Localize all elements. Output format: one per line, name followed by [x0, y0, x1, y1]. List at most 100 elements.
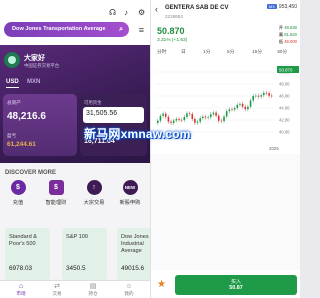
index-value: 49015.6 [121, 265, 145, 272]
available-funds-box: 31,505.56 [83, 107, 144, 123]
stock-name: GENTERA SAB DE CV [165, 5, 229, 11]
quick-action-label: 新股申购 [119, 200, 141, 206]
timeframe-tabs: 分时 日 1分 5分 15分 30分 [151, 48, 300, 58]
search-bar[interactable]: Dow Jones Transportation Average ⌕ [4, 22, 129, 37]
nav-positions[interactable]: ▤ 持仓 [78, 283, 108, 297]
tab-intraday[interactable]: 分时 [157, 48, 167, 55]
pnl-value: 61,244.61 [7, 141, 36, 148]
candle [239, 103, 241, 105]
bottom-nav: ⌂ 市场 ⇄ 交易 ▤ 持仓 ☺ 我的 [0, 280, 150, 298]
index-card-sp500[interactable]: Standard & Poor's 500 6978.03 [5, 228, 50, 280]
tab-daily[interactable]: 日 [181, 48, 186, 55]
candle [186, 113, 188, 117]
available-funds-value: 31,505.56 [86, 110, 118, 117]
candle [236, 104, 239, 109]
high-price: 高 51.620 [278, 32, 297, 37]
candle [263, 92, 265, 96]
candle [231, 109, 233, 111]
stock-change: 3.31% (+1.63) [157, 38, 188, 43]
quick-action-wealth[interactable]: $ 智能理财 [41, 180, 71, 206]
back-arrow-icon[interactable]: ‹ [155, 4, 158, 14]
candle [247, 106, 249, 110]
deposit-icon: $ [10, 180, 26, 195]
tab-15min[interactable]: 15分 [252, 48, 262, 55]
candle [225, 111, 228, 117]
search-text: Dow Jones Transportation Average [12, 26, 106, 32]
home-header: ☊ ♪ ⚙ Dow Jones Transportation Average ⌕… [0, 0, 150, 45]
candle [241, 103, 244, 107]
home-icon: ⌂ [18, 283, 24, 290]
tab-30min[interactable]: 30分 [277, 48, 287, 55]
candle [212, 112, 215, 115]
candle [202, 116, 204, 119]
discover-title: DISCOVER MORE [5, 170, 57, 176]
index-name: Dow Jones Industrial Average [121, 234, 149, 254]
current-price-marker: 50.870 [279, 68, 293, 73]
quick-action-block-trade[interactable]: ↑ 大宗交易 [79, 180, 109, 206]
nav-market[interactable]: ⌂ 市场 [6, 283, 36, 297]
candle [210, 114, 212, 118]
buy-button[interactable]: 买入 50.87 [175, 275, 297, 295]
search-icon: ⌕ [119, 26, 123, 33]
total-assets-card[interactable]: 总资产 48,216.6 盈亏 61,244.61 [3, 94, 77, 156]
candle [260, 95, 262, 97]
nav-trade[interactable]: ⇄ 交易 [42, 283, 72, 297]
candle [180, 119, 183, 121]
menu-icon[interactable]: ≡ [139, 25, 144, 35]
index-card-dow[interactable]: Dow Jones Industrial Average 49015.6 [117, 228, 150, 280]
candle [270, 95, 273, 97]
candle [196, 121, 199, 123]
candle [159, 115, 162, 121]
quick-action-deposit[interactable]: $ 充值 [3, 180, 33, 206]
quick-action-label: 充值 [12, 200, 24, 206]
nav-profile[interactable]: ☺ 我的 [114, 283, 144, 297]
account-card: 大家好 中国证券交易平台 USD MXN 总资产 48,216.6 盈亏 61,… [0, 45, 150, 163]
index-card-sp100[interactable]: S&P 100 3450.5 [62, 228, 107, 280]
candle [188, 113, 191, 114]
stock-code: 2228652 [165, 14, 183, 19]
index-name: Standard & Poor's 500 [9, 234, 37, 247]
watermark-text: 新马网xmnaw.com [84, 127, 191, 141]
favorite-star-icon[interactable]: ★ [157, 279, 166, 290]
low-price: 低 49.000 [278, 39, 297, 44]
buy-price: 50.87 [229, 285, 243, 291]
greeting-subtitle: 中国证券交易平台 [24, 63, 60, 68]
candle [249, 100, 252, 107]
home-panel: ☊ ♪ ⚙ Dow Jones Transportation Average ⌕… [0, 0, 150, 298]
headset-icon[interactable]: ☊ [109, 8, 116, 17]
quick-action-ipo[interactable]: NEW 新股申购 [115, 180, 145, 206]
candle [257, 95, 260, 97]
index-value: 6978.03 [9, 265, 33, 272]
tab-usd[interactable]: USD [6, 79, 19, 88]
chart-lower-area [151, 154, 300, 270]
stock-price: 50.870 [157, 26, 185, 36]
tab-mxn[interactable]: MXN [27, 79, 40, 85]
candle [170, 121, 172, 123]
candle [265, 92, 268, 94]
candle [223, 116, 225, 122]
buy-label: 买入 [230, 279, 241, 285]
candle [175, 118, 178, 121]
quick-action-label: 大宗交易 [83, 200, 105, 206]
candle [268, 93, 270, 96]
candle [252, 95, 254, 101]
tab-5min[interactable]: 5分 [227, 48, 234, 55]
new-badge-icon: NEW [122, 180, 138, 195]
price-axis-label: 46.00 [279, 94, 290, 99]
candle [217, 115, 220, 121]
candle [162, 113, 164, 116]
candle [178, 118, 180, 120]
bell-icon[interactable]: ♪ [124, 8, 128, 17]
avatar[interactable] [4, 52, 20, 68]
candle [204, 116, 207, 118]
settings-icon[interactable]: ⚙ [138, 8, 145, 17]
tab-1min[interactable]: 1分 [203, 48, 210, 55]
trade-icon: ⇄ [54, 283, 60, 290]
price-axis-label: 48.00 [279, 82, 290, 87]
candle [207, 117, 209, 118]
available-funds-label: 可用资金 [84, 100, 102, 105]
candle [194, 118, 196, 123]
quick-action-label: 智能理财 [45, 200, 67, 206]
wealth-icon: $ [48, 180, 64, 195]
arrow-up-icon: ↑ [86, 180, 102, 195]
